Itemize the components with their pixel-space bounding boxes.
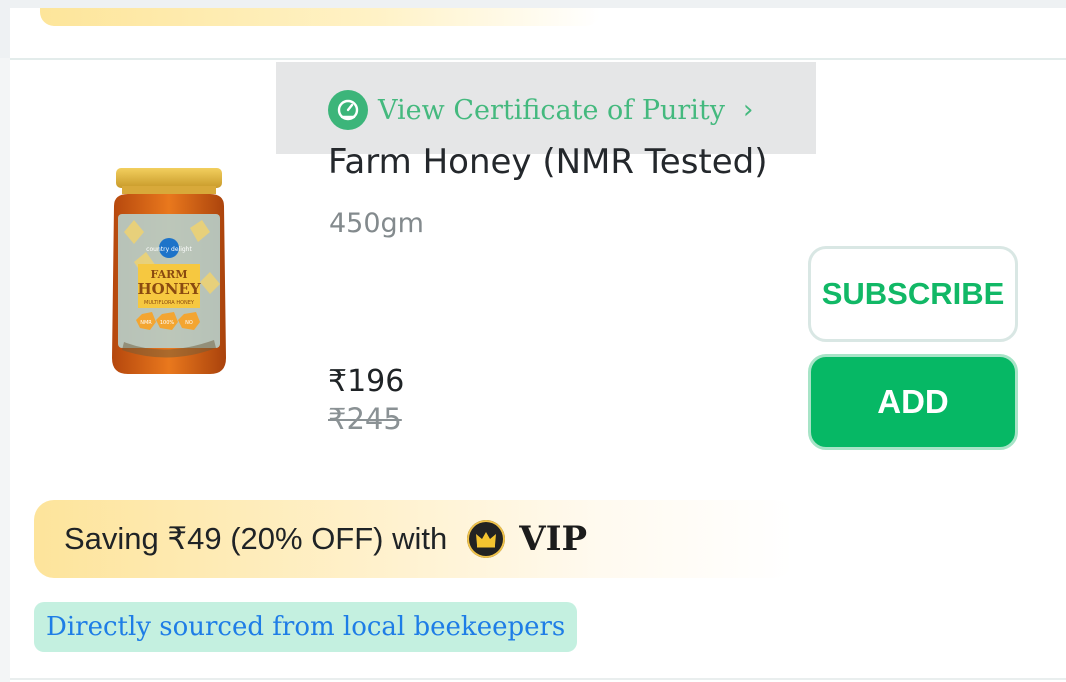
subscribe-button[interactable]: SUBSCRIBE	[808, 246, 1018, 342]
price-current: ₹196	[328, 364, 405, 399]
jar-name-line2: HONEY	[137, 280, 200, 298]
view-certificate-label: View Certificate of Purity	[378, 94, 726, 126]
chevron-right-icon: ›	[743, 95, 754, 125]
jar-brand-text: country delight	[146, 246, 192, 253]
price-original: ₹245	[328, 402, 402, 436]
view-certificate-link[interactable]: View Certificate of Purity ›	[328, 88, 753, 132]
jar-badge-2: 100%	[160, 320, 175, 326]
product-title[interactable]: Farm Honey (NMR Tested)	[328, 142, 768, 182]
crown-icon	[467, 520, 506, 558]
jar-badge-3: NO	[185, 320, 193, 326]
savings-text: Saving ₹49 (20% OFF) with	[64, 521, 448, 556]
jar-badge-1: NMR	[140, 320, 152, 326]
previous-card-offer-strip	[40, 8, 600, 26]
divider	[10, 678, 1066, 680]
add-button[interactable]: ADD	[808, 354, 1018, 450]
sourcing-tag: Directly sourced from local beekeepers	[34, 602, 578, 652]
product-image[interactable]: country delight FARM HONEY MULTIFLORA HO…	[104, 162, 234, 382]
certificate-icon	[328, 90, 368, 130]
product-weight: 450gm	[329, 208, 424, 239]
vip-savings-banner[interactable]: Saving ₹49 (20% OFF) with VIP	[34, 500, 794, 578]
vip-label: VIP	[519, 519, 588, 559]
jar-subline: MULTIFLORA HONEY	[144, 300, 195, 306]
previous-card	[10, 8, 1066, 60]
